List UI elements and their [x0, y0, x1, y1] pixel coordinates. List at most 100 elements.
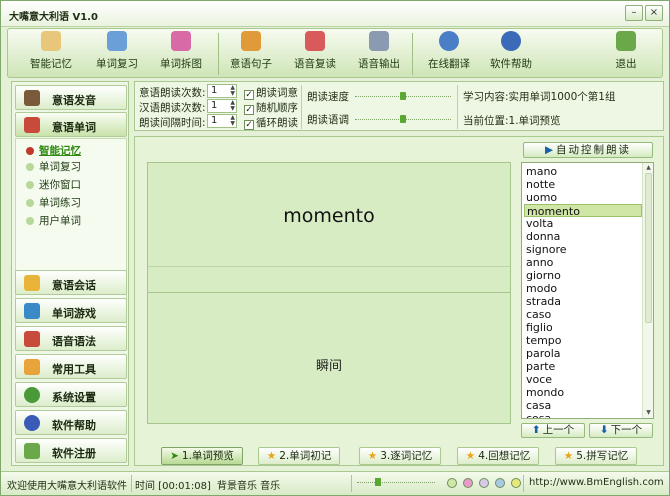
chat-icon [24, 275, 40, 291]
word-list-item[interactable]: notte [524, 178, 642, 191]
toolbar-sentences-button[interactable]: 意语句子 [224, 31, 278, 77]
slider-thumb[interactable] [400, 115, 406, 123]
minimize-button[interactable]: – [625, 5, 643, 21]
sidebar-sub-smart-memory[interactable]: 智能记忆 [26, 143, 81, 158]
prev-word-button[interactable]: ⬆ 上一个 [521, 423, 585, 438]
sidebar-grammar-button[interactable]: 语音语法 [15, 326, 127, 351]
play-icon: ▶ [544, 144, 554, 156]
step-preview-tab[interactable]: ➤ 1.单词预览 [161, 447, 243, 465]
sidebar-register-button[interactable]: 软件注册 [15, 438, 127, 463]
sidebar-sub-word-review[interactable]: 单词复习 [26, 159, 81, 174]
auto-read-button[interactable]: ▶ 自动控制朗读 [523, 142, 653, 158]
word-list-item[interactable]: strada [524, 295, 642, 308]
word-list-item[interactable]: anno [524, 256, 642, 269]
sidebar-word-game-button[interactable]: 单词游戏 [15, 298, 127, 323]
sidebar-tools-button[interactable]: 常用工具 [15, 354, 127, 379]
word-list-item[interactable]: modo [524, 282, 642, 295]
main-panel: momento 瞬间 ▶ 自动控制朗读 ▲ ▼ mano notte uomo mome… [134, 136, 664, 466]
word-list-item[interactable]: parola [524, 347, 642, 360]
random-order-checkbox[interactable]: ✓ 随机顺序 [244, 100, 298, 115]
word-list-item[interactable]: mano [524, 165, 642, 178]
slider-thumb[interactable] [375, 478, 381, 486]
word-list-item[interactable]: signore [524, 243, 642, 256]
read-interval-spinner[interactable]: 1 ▲ ▼ [207, 114, 237, 128]
read-tone-slider[interactable] [355, 115, 451, 123]
toolbar-word-review-button[interactable]: 单词复习 [90, 31, 144, 77]
word-list-item[interactable]: volta [524, 217, 642, 230]
close-button[interactable]: × [645, 5, 663, 21]
sidebar-conversation-button[interactable]: 意语会话 [15, 270, 127, 295]
word-list-item[interactable]: donna [524, 230, 642, 243]
word-list[interactable]: ▲ ▼ mano notte uomo momento volta donna signor… [521, 162, 654, 419]
main-toolbar: 智能记忆 单词复习 单词拆图 意语句子 语音复读 语音输出 在线翻译 软件帮助 … [7, 28, 663, 78]
scroll-thumb[interactable] [645, 173, 652, 323]
arrow-up-icon: ⬆ [531, 424, 541, 436]
bullet-icon [26, 217, 34, 225]
chinese-read-times-label: 汉语朗读次数: [139, 102, 206, 114]
music-volume-slider[interactable] [357, 478, 435, 486]
scroll-up-icon[interactable]: ▲ [644, 164, 653, 171]
settings-panel: 意语朗读次数: 1 ▲ ▼ 汉语朗读次数: 1 ▲ ▼ 朗读间隔时间: 1 ▲ ▼ ✓ 朗读词… [134, 81, 664, 131]
window-title: 大嘴意大利语 V1.0 [9, 12, 98, 23]
word-list-item[interactable]: parte [524, 360, 642, 373]
next-word-button[interactable]: ⬇ 下一个 [589, 423, 653, 438]
abc-icon [24, 331, 40, 347]
word-list-item[interactable]: uomo [524, 191, 642, 204]
step-spelling-tab[interactable]: ★ 5.拼写记忆 [555, 447, 637, 465]
scroll-down-icon[interactable]: ▼ [644, 409, 653, 416]
toolbar-exit-button[interactable]: 退出 [604, 31, 648, 77]
step-word-by-word-tab[interactable]: ★ 3.逐词记忆 [359, 447, 441, 465]
toolbar-help-button[interactable]: 软件帮助 [484, 31, 538, 77]
step-first-memory-tab[interactable]: ★ 2.单词初记 [258, 447, 340, 465]
word-list-item[interactable]: momento [524, 204, 642, 218]
sidebar-words-button[interactable]: 意语单词 [15, 112, 127, 137]
toolbar-word-picture-button[interactable]: 单词拆图 [154, 31, 208, 77]
slider-thumb[interactable] [400, 92, 406, 100]
read-tone-label: 朗读语调 [307, 114, 349, 126]
sidebar-settings-button[interactable]: 系统设置 [15, 382, 127, 407]
word-list-scrollbar[interactable]: ▲ ▼ [642, 163, 653, 418]
status-bar: 欢迎使用大嘴意大利语软件 时间 [00:01:08] 背景音乐 音乐 http:… [1, 471, 669, 495]
word-list-item[interactable]: voce [524, 373, 642, 386]
skin-color-swatch[interactable] [495, 478, 505, 488]
word-list-item[interactable]: cosa [524, 412, 642, 418]
chinese-read-times-spinner[interactable]: 1 ▲ ▼ [207, 99, 237, 113]
arrow-right-icon: ➤ [170, 450, 179, 462]
word-list-item[interactable]: tempo [524, 334, 642, 347]
sidebar: 意语发音 意语单词 智能记忆 单词复习 迷你窗口 单词练习 用户单词 意语会话 … [11, 81, 129, 466]
read-speed-slider[interactable] [355, 92, 451, 100]
italian-read-times-spinner[interactable]: 1 ▲ ▼ [207, 84, 237, 98]
sidebar-sub-user-words[interactable]: 用户单词 [26, 213, 81, 228]
step-recall-tab[interactable]: ★ 4.回想记忆 [457, 447, 539, 465]
toolbar-voice-repeat-button[interactable]: 语音复读 [288, 31, 342, 77]
sidebar-sub-word-practice[interactable]: 单词练习 [26, 195, 81, 210]
toolbar-voice-output-button[interactable]: 语音输出 [352, 31, 406, 77]
status-separator [351, 475, 352, 492]
word-list-item[interactable]: giorno [524, 269, 642, 282]
sidebar-pronunciation-button[interactable]: 意语发音 [15, 85, 127, 110]
skin-color-swatch[interactable] [447, 478, 457, 488]
skin-color-swatch[interactable] [511, 478, 521, 488]
website-link[interactable]: http://www.BmEnglish.com [529, 477, 664, 488]
checkmark-icon: ✓ [244, 120, 254, 130]
book-stack-icon [24, 117, 40, 133]
people-icon [241, 31, 261, 51]
satellite-icon [369, 31, 389, 51]
word-list-item[interactable]: mondo [524, 386, 642, 399]
star-icon: ★ [266, 450, 277, 462]
read-meaning-checkbox[interactable]: ✓ 朗读词意 [244, 85, 298, 100]
skin-color-swatch[interactable] [463, 478, 473, 488]
welcome-text: 欢迎使用大嘴意大利语软件 [7, 481, 127, 492]
word-list-item[interactable]: figlio [524, 321, 642, 334]
background-music-label[interactable]: 背景音乐 音乐 [217, 477, 280, 492]
skin-color-swatch[interactable] [479, 478, 489, 488]
sidebar-help-button[interactable]: 软件帮助 [15, 410, 127, 435]
read-interval-label: 朗读间隔时间: [139, 117, 206, 129]
loop-read-checkbox[interactable]: ✓ 循环朗读 [244, 115, 298, 130]
sidebar-sub-mini-window[interactable]: 迷你窗口 [26, 177, 81, 192]
toolbar-smart-memory-button[interactable]: 智能记忆 [24, 31, 78, 77]
step-tabs: ➤ 1.单词预览 ★ 2.单词初记 ★ 3.逐词记忆 ★ 4.回想记忆 ★ 5.拼写记忆 [161, 447, 651, 465]
toolbar-online-translate-button[interactable]: 在线翻译 [422, 31, 476, 77]
word-list-item[interactable]: caso [524, 308, 642, 321]
word-list-item[interactable]: casa [524, 399, 642, 412]
